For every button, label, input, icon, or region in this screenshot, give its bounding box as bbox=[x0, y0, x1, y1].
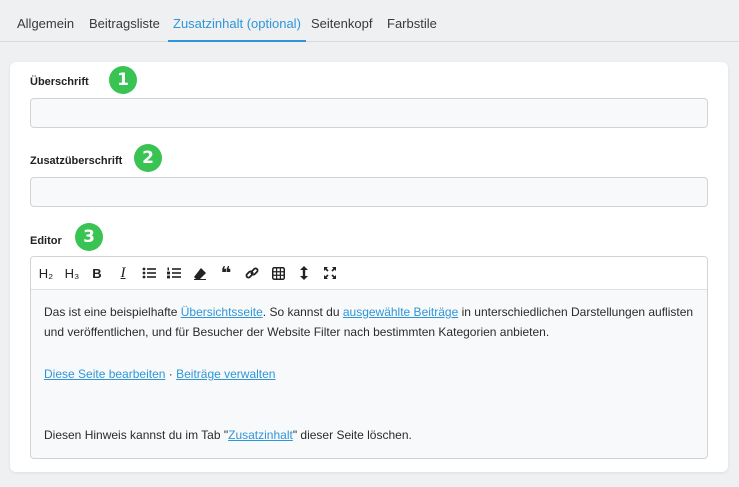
intro-text-3: in unterschiedlichen Darstellungen aufli… bbox=[458, 305, 694, 319]
step-badge-2: 2 bbox=[134, 144, 162, 172]
intro-text-2: . So kannst du bbox=[262, 305, 343, 319]
intro-paragraph-line-2: und veröffentlichen, und für Besucher de… bbox=[44, 325, 550, 339]
link-separator: · bbox=[165, 367, 177, 381]
hint-text-1: Diesen Hinweis kannst du im Tab " bbox=[44, 428, 229, 442]
editor-toolbar: H₂ H₃ B I ❝ bbox=[31, 257, 707, 290]
manage-posts-link[interactable]: Beiträge verwalten bbox=[176, 367, 275, 381]
tab-beitragsliste[interactable]: Beitragsliste bbox=[89, 0, 160, 42]
heading-input[interactable] bbox=[30, 98, 708, 128]
overview-page-link[interactable]: Übersichtsseite bbox=[181, 305, 263, 319]
hint-paragraph: Diesen Hinweis kannst du im Tab "Zusatzi… bbox=[44, 425, 412, 445]
intro-paragraph-line-1: Das ist eine beispielhafte Übersichtssei… bbox=[44, 302, 693, 322]
link-icon[interactable] bbox=[241, 263, 263, 283]
tab-seitenkopf[interactable]: Seitenkopf bbox=[311, 0, 372, 42]
step-badge-1: 1 bbox=[109, 66, 137, 94]
rich-text-editor[interactable]: H₂ H₃ B I ❝ Das ist eine beispielhafte Ü… bbox=[30, 256, 708, 459]
heading-label: Überschrift bbox=[30, 76, 89, 88]
heading-3-icon[interactable]: H₃ bbox=[61, 263, 83, 283]
bullet-list-icon[interactable] bbox=[138, 263, 160, 283]
quote-icon[interactable]: ❝ bbox=[215, 263, 237, 283]
subheading-label: Zusatzüberschrift bbox=[30, 155, 123, 167]
hint-text-2: " dieser Seite löschen. bbox=[292, 428, 412, 442]
italic-icon[interactable]: I bbox=[112, 263, 134, 283]
line-height-icon[interactable] bbox=[293, 263, 315, 283]
tab-bar: Allgemein Beitragsliste Zusatzinhalt (op… bbox=[0, 0, 739, 42]
action-links: Diese Seite bearbeiten · Beiträge verwal… bbox=[44, 364, 275, 384]
editor-label: Editor bbox=[30, 235, 62, 247]
eraser-icon[interactable] bbox=[189, 263, 211, 283]
selected-posts-link[interactable]: ausgewählte Beiträge bbox=[343, 305, 458, 319]
bold-icon[interactable]: B bbox=[86, 263, 108, 283]
fullscreen-icon[interactable] bbox=[319, 263, 341, 283]
numbered-list-icon[interactable] bbox=[163, 263, 185, 283]
tab-allgemein[interactable]: Allgemein bbox=[17, 0, 74, 42]
tab-farbstile[interactable]: Farbstile bbox=[387, 0, 437, 42]
settings-card: Überschrift 1 Zusatzüberschrift 2 Editor… bbox=[10, 62, 728, 472]
subheading-input[interactable] bbox=[30, 177, 708, 207]
table-icon[interactable] bbox=[267, 263, 289, 283]
additional-content-tab-link[interactable]: Zusatzinhalt bbox=[228, 428, 293, 442]
edit-page-link[interactable]: Diese Seite bearbeiten bbox=[44, 367, 165, 381]
tab-zusatzinhalt[interactable]: Zusatzinhalt (optional) bbox=[168, 0, 306, 42]
intro-text-1: Das ist eine beispielhafte bbox=[44, 305, 181, 319]
step-badge-3: 3 bbox=[75, 223, 103, 251]
heading-2-icon[interactable]: H₂ bbox=[35, 263, 57, 283]
